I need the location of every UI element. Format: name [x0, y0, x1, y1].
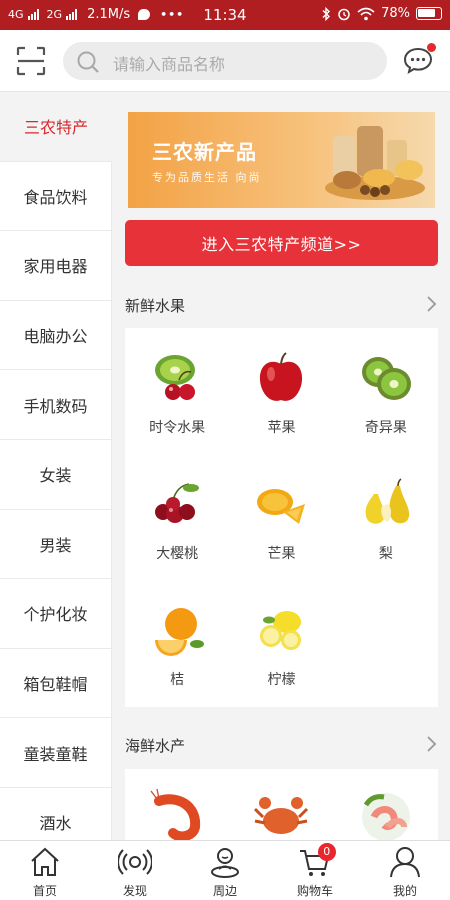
- section-header-seafood[interactable]: 海鲜水产: [125, 735, 438, 759]
- lemon-icon: [260, 611, 302, 650]
- discover-icon: [118, 849, 152, 875]
- category-item-label: 时令水果: [149, 420, 206, 436]
- tab-label: 我的: [392, 884, 417, 898]
- category-item-pear[interactable]: 梨: [334, 454, 438, 580]
- category-item-mango[interactable]: 芒果: [229, 454, 333, 580]
- bottom-tab-bar: 首页 发现 周边 0 购物车 我的: [0, 840, 450, 900]
- farm-products-icon: [325, 126, 425, 200]
- nearby-icon: [211, 848, 239, 878]
- banner-subtitle: 专为品质生活 向尚: [152, 171, 262, 184]
- user-icon: [390, 847, 420, 878]
- cart-badge: 0: [317, 843, 336, 861]
- category-item-label: 苹果: [267, 420, 296, 436]
- search-input[interactable]: 请输入商品名称: [63, 42, 387, 80]
- category-item-label: 奇异果: [364, 420, 407, 436]
- wifi-icon: [357, 7, 375, 20]
- category-item-apple[interactable]: 苹果: [229, 328, 333, 454]
- sidebar-item-appliances[interactable]: 家用电器: [0, 231, 112, 301]
- sidebar-item-sannong[interactable]: 三农特产: [0, 92, 112, 162]
- prawn-plate-icon: [361, 793, 410, 840]
- section-header-fresh-fruit[interactable]: 新鲜水果: [125, 295, 438, 319]
- banner-title: 三农新产品: [152, 140, 257, 164]
- message-button[interactable]: [402, 43, 436, 76]
- category-item-prawn-plate[interactable]: [334, 769, 438, 840]
- search-placeholder: 请输入商品名称: [113, 55, 226, 74]
- battery-percent: 78%: [381, 6, 410, 21]
- tab-label: 周边: [212, 884, 237, 898]
- shrimp-icon: [150, 788, 201, 840]
- home-icon: [31, 847, 59, 876]
- bluetooth-icon: [322, 6, 331, 21]
- sidebar-item-menswear[interactable]: 男装: [0, 509, 112, 580]
- tab-mine[interactable]: 我的: [360, 841, 450, 900]
- category-item-crab[interactable]: [229, 769, 333, 840]
- category-content: 三农新产品 专为品质生活 向尚 进入三农特产频道>> 新鲜水果 时令水果 苹果 …: [112, 92, 450, 840]
- scan-icon[interactable]: [16, 46, 46, 76]
- category-item-label: 大樱桃: [156, 546, 199, 562]
- tab-label: 发现: [122, 884, 147, 898]
- tab-label: 首页: [32, 884, 57, 898]
- chevron-right-icon: [427, 296, 437, 312]
- chevron-right-icon: [427, 736, 437, 752]
- promo-banner[interactable]: 三农新产品 专为品质生活 向尚: [128, 112, 435, 208]
- category-item-label: 桔: [170, 672, 185, 688]
- sidebar-item-kids[interactable]: 童装童鞋: [0, 718, 112, 788]
- sidebar-item-phone-digital[interactable]: 手机数码: [0, 370, 112, 440]
- sidebar-item-personal-care[interactable]: 个护化妆: [0, 579, 112, 649]
- tab-label: 购物车: [296, 884, 333, 898]
- sidebar-item-bags-shoes[interactable]: 箱包鞋帽: [0, 648, 112, 719]
- seafood-card: [125, 769, 438, 840]
- crab-icon: [254, 797, 309, 834]
- category-item-label: 柠檬: [267, 672, 296, 688]
- sidebar-item-computer-office[interactable]: 电脑办公: [0, 300, 112, 371]
- alarm-icon: [338, 8, 350, 20]
- cherry-icon: [155, 483, 200, 523]
- category-sidebar: 三农特产 食品饮料 家用电器 电脑办公 手机数码 女装 男装 个护化妆 箱包鞋帽…: [0, 92, 112, 840]
- status-bar: 4G 2G 2.1M/s ••• 11:34 78%: [0, 0, 450, 30]
- category-item-orange[interactable]: 桔: [125, 580, 229, 706]
- tab-cart[interactable]: 0 购物车: [270, 841, 360, 900]
- tab-home[interactable]: 首页: [0, 841, 90, 900]
- section-title: 新鲜水果: [125, 297, 186, 315]
- tab-nearby[interactable]: 周边: [180, 841, 270, 900]
- sidebar-item-liquor[interactable]: 酒水: [0, 787, 112, 840]
- category-item-label: 梨: [378, 546, 393, 562]
- header: 请输入商品名称: [0, 30, 450, 92]
- apple-icon: [260, 352, 303, 401]
- category-item-cherry[interactable]: 大樱桃: [125, 454, 229, 580]
- section-title: 海鲜水产: [125, 737, 186, 755]
- category-item-shrimp[interactable]: [125, 769, 229, 840]
- category-item-kiwi[interactable]: 奇异果: [334, 328, 438, 454]
- enter-channel-button[interactable]: 进入三农特产频道>>: [125, 220, 438, 266]
- kiwi-cherry-icon: [155, 355, 196, 400]
- pear-icon: [365, 478, 409, 524]
- fresh-fruit-card: 时令水果 苹果 奇异果 大樱桃 芒果 梨 桔 柠檬: [125, 328, 438, 707]
- tab-discover[interactable]: 发现: [90, 841, 180, 900]
- kiwi-icon: [361, 357, 411, 400]
- search-icon: [77, 51, 99, 73]
- orange-icon: [155, 608, 205, 656]
- category-item-seasonal-fruit[interactable]: 时令水果: [125, 328, 229, 454]
- status-right: 78%: [321, 6, 442, 21]
- category-item-lemon[interactable]: 柠檬: [229, 580, 333, 706]
- battery-icon: [416, 7, 442, 20]
- sidebar-item-food-drink[interactable]: 食品饮料: [0, 161, 112, 232]
- sidebar-item-womenswear[interactable]: 女装: [0, 439, 112, 510]
- category-item-label: 芒果: [267, 546, 296, 562]
- mango-icon: [257, 489, 306, 524]
- message-unread-dot: [427, 43, 436, 52]
